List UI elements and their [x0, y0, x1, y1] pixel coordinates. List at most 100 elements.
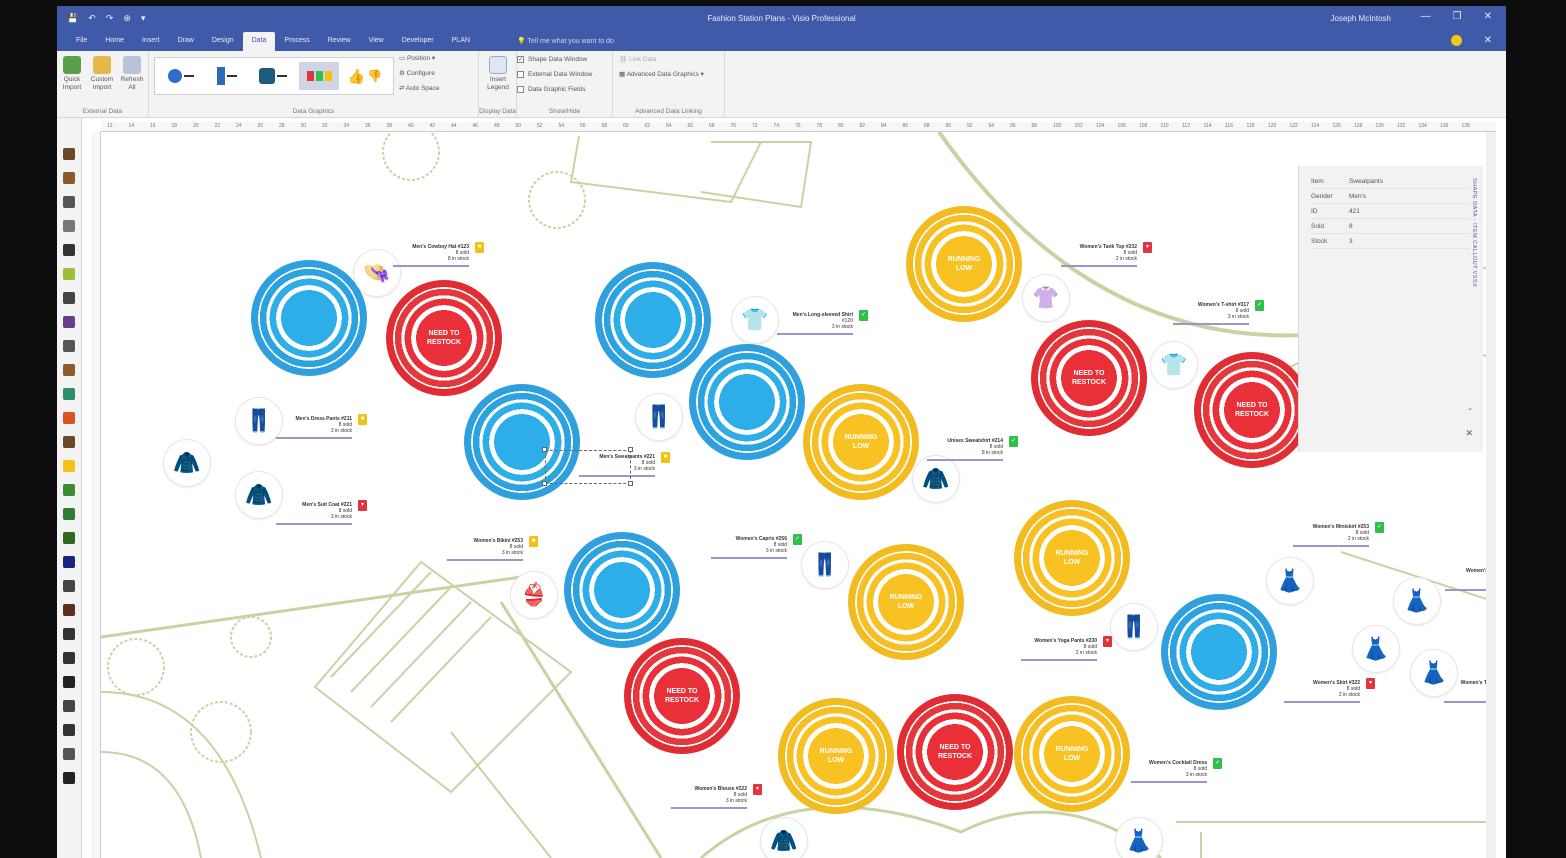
shape-data-row[interactable]: Sold 8 — [1311, 219, 1471, 234]
refresh-all-button[interactable]: Refresh All — [119, 56, 145, 92]
shape-data-key: Stock — [1311, 238, 1328, 245]
resize-handle[interactable] — [628, 447, 633, 452]
resize-handle[interactable] — [542, 447, 547, 452]
ruler-tick-label: 114 — [1203, 123, 1212, 129]
shape-data-row[interactable]: Item Sweatpants — [1311, 174, 1471, 189]
collapse-ribbon-icon[interactable]: ✕ — [1484, 35, 1492, 46]
stencil-shape-icon[interactable] — [63, 196, 75, 208]
shape-data-value[interactable]: 3 — [1349, 234, 1353, 248]
ruler-tick-label: 78 — [816, 123, 823, 129]
shape-data-key: Sold — [1311, 223, 1325, 230]
tab-review[interactable]: Review — [319, 32, 360, 51]
link-data-button[interactable]: ⛓ Link Data — [619, 56, 657, 64]
signed-in-user[interactable]: Joseph McIntosh — [1331, 14, 1391, 23]
tab-process[interactable]: Process — [275, 32, 318, 51]
close-shape-data-icon[interactable]: ✕ — [1465, 428, 1473, 439]
stencil-shape-icon[interactable] — [63, 484, 75, 496]
advanced-data-graphics-button[interactable]: ▦ Advanced Data Graphics ▾ — [619, 71, 704, 79]
stencil-shape-icon[interactable] — [63, 340, 75, 352]
shape-data-rows: Item Sweatpants Gender Men's ID 421 Sold 8 Stock… — [1299, 174, 1483, 249]
resize-handle[interactable] — [628, 481, 633, 486]
shape-data-window-checkbox[interactable]: ✓ Shape Data Window — [517, 56, 587, 63]
feedback-smiley-icon[interactable] — [1451, 35, 1462, 46]
external-data-window-label: External Data Window — [528, 71, 593, 78]
minimize-button[interactable]: — — [1421, 11, 1431, 22]
stencil-shape-icon[interactable] — [63, 460, 75, 472]
tell-me-box[interactable]: 💡 Tell me what you want to do — [517, 37, 614, 45]
stencil-shape-icon[interactable] — [63, 172, 75, 184]
graphic-style-5[interactable]: 👍 👎 — [345, 62, 385, 90]
data-graphic-fields-label: Data Graphic Fields — [528, 86, 586, 93]
graphic-style-2[interactable] — [207, 62, 247, 90]
stencil-shape-icon[interactable] — [63, 508, 75, 520]
ruler-tick-label: 56 — [580, 123, 586, 129]
ruler-tick-label: 64 — [666, 123, 672, 129]
tab-file[interactable]: File — [67, 32, 96, 51]
tab-developer[interactable]: Developer — [393, 32, 443, 51]
graphic-style-3[interactable] — [253, 62, 293, 90]
data-graphics-gallery[interactable]: 👍 👎 — [154, 57, 394, 95]
shape-data-row[interactable]: ID 421 — [1311, 204, 1471, 219]
stencil-shape-icon[interactable] — [63, 268, 75, 280]
stencil-shape-icon[interactable] — [63, 556, 75, 568]
ribbon-tab-bar: File Home Insert Draw Design Data Process Revie… — [57, 32, 1506, 51]
stencil-shape-icon[interactable] — [63, 220, 75, 232]
drawing-canvas[interactable]: NEED TO RESTOCK RUNNING LOW RUNNING LOW NEE… — [101, 132, 1496, 858]
position-button[interactable]: ▭ Position ▾ — [399, 55, 435, 63]
auto-space-button[interactable]: ⇄ Auto Space — [399, 85, 440, 93]
data-graphic-fields-checkbox[interactable]: Data Graphic Fields — [517, 86, 585, 93]
stencil-shape-icon[interactable] — [63, 388, 75, 400]
vertical-scrollbar[interactable] — [1486, 132, 1496, 858]
stencil-shape-icon[interactable] — [63, 580, 75, 592]
stencil-shape-icon[interactable] — [63, 652, 75, 664]
stencil-shape-icon[interactable] — [63, 412, 75, 424]
shape-data-value[interactable]: Men's — [1349, 189, 1366, 203]
tab-view[interactable]: View — [360, 32, 393, 51]
graphic-style-1[interactable] — [161, 62, 201, 90]
tab-plan[interactable]: PLAN — [443, 32, 479, 51]
custom-import-button[interactable]: Custom Import — [89, 56, 115, 92]
selection-box[interactable] — [545, 450, 631, 484]
stencil-shape-icon[interactable] — [63, 364, 75, 376]
external-data-window-checkbox[interactable]: External Data Window — [517, 71, 592, 78]
stencil-shape-icon[interactable] — [63, 748, 75, 760]
stencil-shape-icon[interactable] — [63, 724, 75, 736]
stencil-shape-icon[interactable] — [63, 676, 75, 688]
stencil-shape-icon[interactable] — [63, 244, 75, 256]
stencil-shape-icon[interactable] — [63, 436, 75, 448]
tab-draw[interactable]: Draw — [168, 32, 202, 51]
ruler-tick-label: 24 — [236, 123, 242, 129]
ruler-tick-label: 50 — [515, 123, 522, 129]
group-data-graphics: 👍 👎 ▭ Position ▾ ⚙ Configure ⇄ Auto Space… — [149, 51, 479, 118]
tab-data[interactable]: Data — [242, 32, 276, 51]
shape-data-value[interactable]: Sweatpants — [1349, 174, 1383, 188]
quick-import-button[interactable]: Quick Import — [61, 56, 83, 92]
shape-data-window: Item Sweatpants Gender Men's ID 421 Sold 8 Stock… — [1298, 166, 1483, 452]
tab-insert[interactable]: Insert — [133, 32, 169, 51]
ruler-tick-label: 58 — [601, 123, 608, 129]
ruler-tick-label: 46 — [472, 123, 479, 129]
stencil-shape-icon[interactable] — [63, 628, 75, 640]
stencil-shape-icon[interactable] — [63, 316, 75, 328]
configure-button[interactable]: ⚙ Configure — [399, 70, 435, 78]
resize-handle[interactable] — [542, 481, 547, 486]
tab-home[interactable]: Home — [96, 32, 133, 51]
stencil-shape-icon[interactable] — [63, 700, 75, 712]
close-button[interactable]: ✕ — [1484, 11, 1492, 22]
shape-data-row[interactable]: Stock 3 — [1311, 234, 1471, 249]
stencil-shape-icon[interactable] — [63, 148, 75, 160]
stencil-shape-icon[interactable] — [63, 292, 75, 304]
insert-legend-button[interactable]: Insert Legend — [484, 56, 512, 92]
stencil-shape-icon[interactable] — [63, 604, 75, 616]
stencil-shape-icon[interactable] — [63, 772, 75, 784]
graphic-style-4-selected[interactable] — [299, 62, 339, 90]
tab-design[interactable]: Design — [203, 32, 243, 51]
pin-window-icon[interactable]: ⌄ — [1467, 404, 1473, 412]
group-show-hide: ✓ Shape Data Window External Data Window … — [517, 51, 613, 118]
stencil-shape-icon[interactable] — [63, 532, 75, 544]
shape-data-key: ID — [1311, 208, 1318, 215]
shape-data-value[interactable]: 421 — [1349, 204, 1360, 218]
shape-data-value[interactable]: 8 — [1349, 219, 1353, 233]
restore-button[interactable]: ❐ — [1453, 11, 1462, 22]
shape-data-row[interactable]: Gender Men's — [1311, 189, 1471, 204]
